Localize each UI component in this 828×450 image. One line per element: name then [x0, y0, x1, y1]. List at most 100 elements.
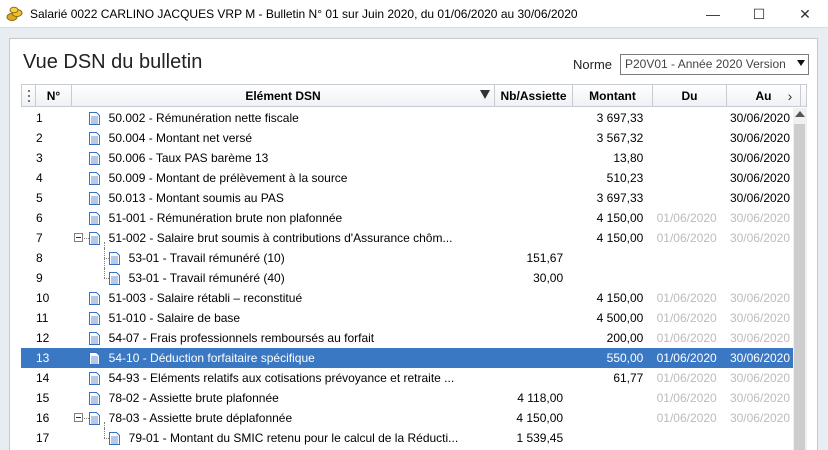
- chevron-down-icon: [797, 60, 805, 66]
- row-montant: 3 697,33: [596, 111, 644, 125]
- row-number: 15: [36, 391, 50, 405]
- table-row[interactable]: 12 54-07 - Frais professionnels rembours…: [21, 328, 793, 348]
- row-nb-assiette: 1 539,45: [516, 431, 564, 445]
- maximize-button[interactable]: ☐: [736, 0, 782, 28]
- column-header-no[interactable]: N°: [36, 85, 72, 106]
- row-montant: 4 150,00: [596, 291, 644, 305]
- row-au: 30/06/2020: [729, 391, 791, 405]
- column-header-du[interactable]: Du: [653, 85, 727, 106]
- row-element: 50.002 - Rémunération nette fiscale: [108, 111, 299, 125]
- row-au: 30/06/2020: [729, 231, 791, 245]
- row-element: 51-003 - Salaire rétabli – reconstitué: [108, 291, 303, 305]
- vertical-scrollbar[interactable]: [793, 108, 807, 450]
- filter-icon[interactable]: [480, 90, 490, 99]
- page-title: Vue DSN du bulletin: [23, 51, 203, 73]
- document-icon: [88, 291, 100, 305]
- column-header-element-label: Elément DSN: [245, 88, 321, 103]
- row-du: 01/06/2020: [656, 211, 717, 225]
- minimize-button[interactable]: —: [690, 0, 736, 28]
- table-row[interactable]: 11 51-010 - Salaire de base 4 500,00 01/…: [21, 308, 793, 328]
- row-au: 30/06/2020: [729, 111, 791, 125]
- row-number: 17: [36, 431, 50, 445]
- row-element: 79-01 - Montant du SMIC retenu pour le c…: [128, 431, 459, 445]
- row-number: 14: [36, 371, 50, 385]
- norme-selected-value: P20V01 - Année 2020 Version: [625, 57, 786, 71]
- row-number: 8: [36, 251, 43, 265]
- row-element: 51-002 - Salaire brut soumis à contribut…: [108, 231, 453, 245]
- norme-select[interactable]: P20V01 - Année 2020 Version: [620, 54, 809, 75]
- row-number: 5: [36, 191, 43, 205]
- column-header-nb-assiette[interactable]: Nb/Assiette: [495, 85, 573, 106]
- table-row[interactable]: 3 50.006 - Taux PAS barème 13 13,80 30/0…: [21, 148, 793, 168]
- row-au: 30/06/2020: [729, 171, 791, 185]
- table-row[interactable]: 14 54-93 - Eléments relatifs aux cotisat…: [21, 368, 793, 388]
- row-au: 30/06/2020: [729, 211, 791, 225]
- more-columns-button[interactable]: ›: [782, 84, 798, 107]
- column-header-element[interactable]: Elément DSN: [72, 85, 495, 106]
- table-row[interactable]: 8 53-01 - Travail rémunéré (10) 151,67: [21, 248, 793, 268]
- row-du: 01/06/2020: [656, 231, 717, 245]
- grid-body: 1 50.002 - Rémunération nette fiscale 3 …: [21, 108, 793, 448]
- table-row[interactable]: 5 50.013 - Montant soumis au PAS 3 697,3…: [21, 188, 793, 208]
- document-icon: [88, 131, 100, 145]
- row-nb-assiette: 30,00: [533, 271, 564, 285]
- column-header-montant[interactable]: Montant: [573, 85, 653, 106]
- document-icon: [108, 431, 120, 445]
- row-number: 4: [36, 171, 43, 185]
- table-row[interactable]: 10 51-003 - Salaire rétabli – reconstitu…: [21, 288, 793, 308]
- collapse-icon[interactable]: [73, 413, 83, 422]
- row-au: 30/06/2020: [729, 291, 791, 305]
- document-icon: [88, 411, 100, 425]
- row-number: 6: [36, 211, 43, 225]
- row-element: 54-93 - Eléments relatifs aux cotisation…: [108, 371, 455, 385]
- window-title: Salarié 0022 CARLINO JACQUES VRP M - Bul…: [30, 6, 578, 21]
- collapse-icon[interactable]: [73, 233, 83, 242]
- document-icon: [88, 191, 100, 205]
- table-row[interactable]: 9 53-01 - Travail rémunéré (40) 30,00: [21, 268, 793, 288]
- row-au: 30/06/2020: [729, 131, 791, 145]
- drag-dots-icon: [25, 89, 33, 102]
- table-row[interactable]: 6 51-001 - Rémunération brute non plafon…: [21, 208, 793, 228]
- document-icon: [108, 271, 120, 285]
- title-bar: Salarié 0022 CARLINO JACQUES VRP M - Bul…: [0, 0, 828, 28]
- row-nb-assiette: 4 150,00: [516, 411, 564, 425]
- row-au: 30/06/2020: [729, 151, 791, 165]
- document-icon: [88, 331, 100, 345]
- table-row[interactable]: 2 50.004 - Montant net versé 3 567,32 30…: [21, 128, 793, 148]
- norme-label: Norme: [573, 57, 613, 72]
- row-montant: 200,00: [606, 331, 644, 345]
- row-element: 50.006 - Taux PAS barème 13: [108, 151, 269, 165]
- document-icon: [88, 231, 100, 245]
- row-number: 13: [36, 351, 50, 365]
- row-du: 01/06/2020: [656, 331, 717, 345]
- scroll-up-icon[interactable]: [795, 111, 805, 117]
- row-nb-assiette: 4 118,00: [517, 391, 564, 405]
- coins-icon[interactable]: [6, 5, 24, 23]
- document-icon: [88, 211, 100, 225]
- row-montant: 4 150,00: [596, 211, 644, 225]
- row-element: 54-07 - Frais professionnels remboursés …: [108, 331, 375, 345]
- table-row[interactable]: 4 50.009 - Montant de prélèvement à la s…: [21, 168, 793, 188]
- table-row[interactable]: 15 78-02 - Assiette brute plafonnée 4 11…: [21, 388, 793, 408]
- grid-header: N° Elément DSN Nb/Assiette Montant Du Au: [21, 84, 807, 107]
- table-row-selected[interactable]: 13 54-10 - Déduction forfaitaire spécifi…: [21, 348, 793, 368]
- table-row[interactable]: 1 50.002 - Rémunération nette fiscale 3 …: [21, 108, 793, 128]
- table-row[interactable]: 16 78-03 - Assiette brute déplafonnée 4 …: [21, 408, 793, 428]
- row-montant: 3 697,33: [596, 191, 644, 205]
- table-row[interactable]: 7 51-002 - Salaire brut soumis à contrib…: [21, 228, 793, 248]
- column-selector-header[interactable]: [22, 85, 36, 106]
- row-element: 78-02 - Assiette brute plafonnée: [108, 391, 279, 405]
- close-button[interactable]: ✕: [782, 0, 828, 28]
- scrollbar-thumb[interactable]: [794, 124, 805, 450]
- table-row[interactable]: 17 79-01 - Montant du SMIC retenu pour l…: [21, 428, 793, 448]
- document-icon: [108, 251, 120, 265]
- document-icon: [88, 111, 100, 125]
- row-du: 01/06/2020: [656, 351, 717, 365]
- row-montant: 510,23: [606, 171, 644, 185]
- row-element: 53-01 - Travail rémunéré (40): [128, 271, 285, 285]
- row-element: 51-010 - Salaire de base: [108, 311, 241, 325]
- row-number: 7: [36, 231, 43, 245]
- document-icon: [88, 371, 100, 385]
- row-montant: 4 500,00: [596, 311, 644, 325]
- row-du: 01/06/2020: [656, 371, 717, 385]
